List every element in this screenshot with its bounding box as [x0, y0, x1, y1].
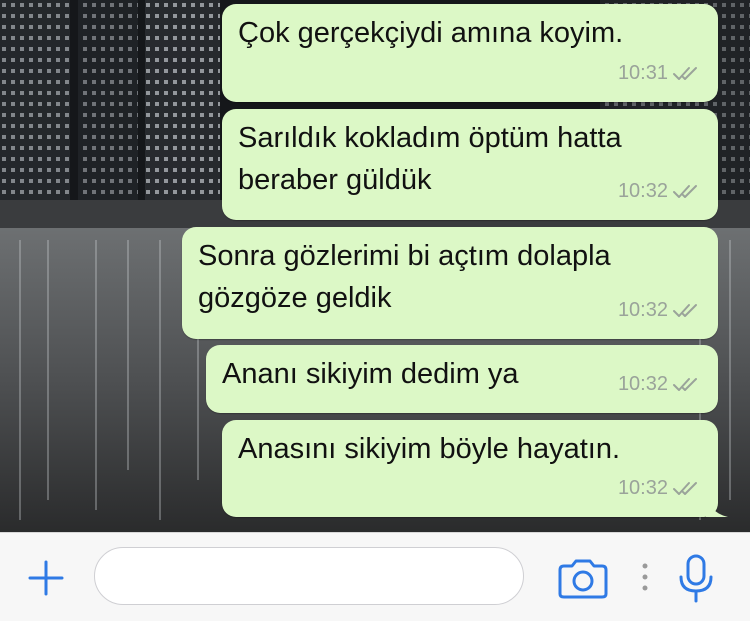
message-time: 10:32 [617, 373, 668, 395]
bubble-tail [706, 495, 728, 517]
message-text: Anasını sikiyim böyle hayatın. [238, 433, 621, 465]
message-time: 10:32 [617, 477, 668, 499]
microphone-icon[interactable] [676, 553, 716, 605]
message-time: 10:32 [617, 180, 668, 202]
message-text: Çok gerçekçiydi amına koyim. [238, 17, 624, 49]
message-meta: 10:32 [618, 170, 700, 212]
message-input-bar [0, 532, 750, 621]
camera-icon[interactable] [556, 558, 610, 600]
chat-area: Çok gerçekçiydi amına koyim. 10:31 Sarıl… [0, 0, 750, 532]
message-time: 10:32 [617, 299, 668, 321]
separator-dots [642, 563, 648, 591]
read-ticks-icon [673, 378, 697, 391]
message-bubble[interactable]: Çok gerçekçiydi amına koyim. 10:31 [222, 4, 718, 102]
message-bubble[interactable]: Sarıldık kokladım öptüm hatta beraber gü… [222, 109, 718, 220]
message-bubble[interactable]: Anasını sikiyim böyle hayatın. 10:32 [222, 420, 728, 517]
read-ticks-icon [673, 185, 697, 198]
plus-icon[interactable] [26, 558, 66, 598]
message-meta: 10:32 [618, 289, 700, 331]
message-input[interactable] [94, 547, 524, 605]
read-ticks-icon [673, 304, 697, 317]
message-bubble[interactable]: Ananı sikiyim dedim ya 10:32 [206, 345, 718, 413]
message-bubble[interactable]: Sonra gözlerimi bi açtım dolapla gözgöze… [182, 227, 718, 339]
read-ticks-icon [673, 67, 697, 80]
message-meta: 10:31 [618, 52, 700, 94]
message-time: 10:31 [617, 62, 668, 84]
message-meta: 10:32 [618, 467, 700, 509]
message-meta: 10:32 [618, 363, 700, 405]
read-ticks-icon [673, 482, 697, 495]
